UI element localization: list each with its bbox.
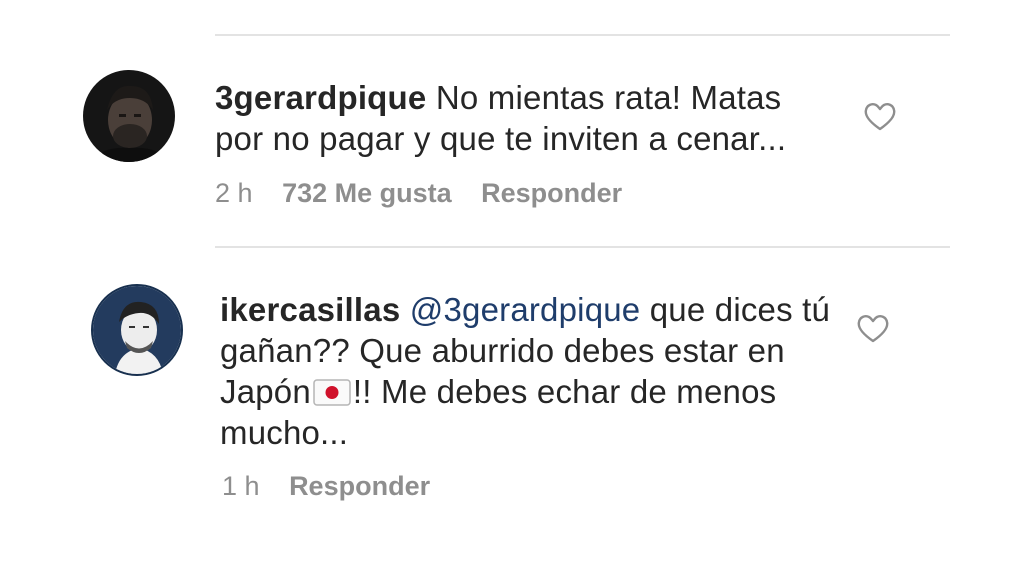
- username[interactable]: 3gerardpique: [215, 79, 426, 116]
- avatar[interactable]: [83, 70, 175, 162]
- comment-meta: 1 h Responder: [222, 471, 452, 502]
- profile-photo-icon: [83, 70, 175, 162]
- comment-meta: 2 h 732 Me gusta Responder: [215, 178, 644, 209]
- heart-outline-icon[interactable]: [863, 102, 897, 132]
- comment-divider: [215, 246, 950, 248]
- profile-illustration-icon: [93, 286, 181, 374]
- username[interactable]: ikercasillas: [220, 291, 400, 328]
- comment-body: ikercasillas @3gerardpique que dices tú …: [220, 289, 835, 453]
- mention-link[interactable]: @3gerardpique: [410, 291, 641, 328]
- timestamp: 2 h: [215, 178, 253, 208]
- top-divider: [215, 34, 950, 36]
- likes-count[interactable]: 732 Me gusta: [282, 178, 452, 208]
- japan-flag-icon: [313, 375, 351, 406]
- comment-body: 3gerardpique No mientas rata! Matas por …: [215, 77, 815, 159]
- heart-outline-icon[interactable]: [856, 314, 890, 344]
- timestamp: 1 h: [222, 471, 260, 501]
- reply-button[interactable]: Responder: [289, 471, 430, 501]
- avatar[interactable]: [91, 284, 183, 376]
- comments-screen: 3gerardpique No mientas rata! Matas por …: [0, 0, 1024, 576]
- reply-button[interactable]: Responder: [481, 178, 622, 208]
